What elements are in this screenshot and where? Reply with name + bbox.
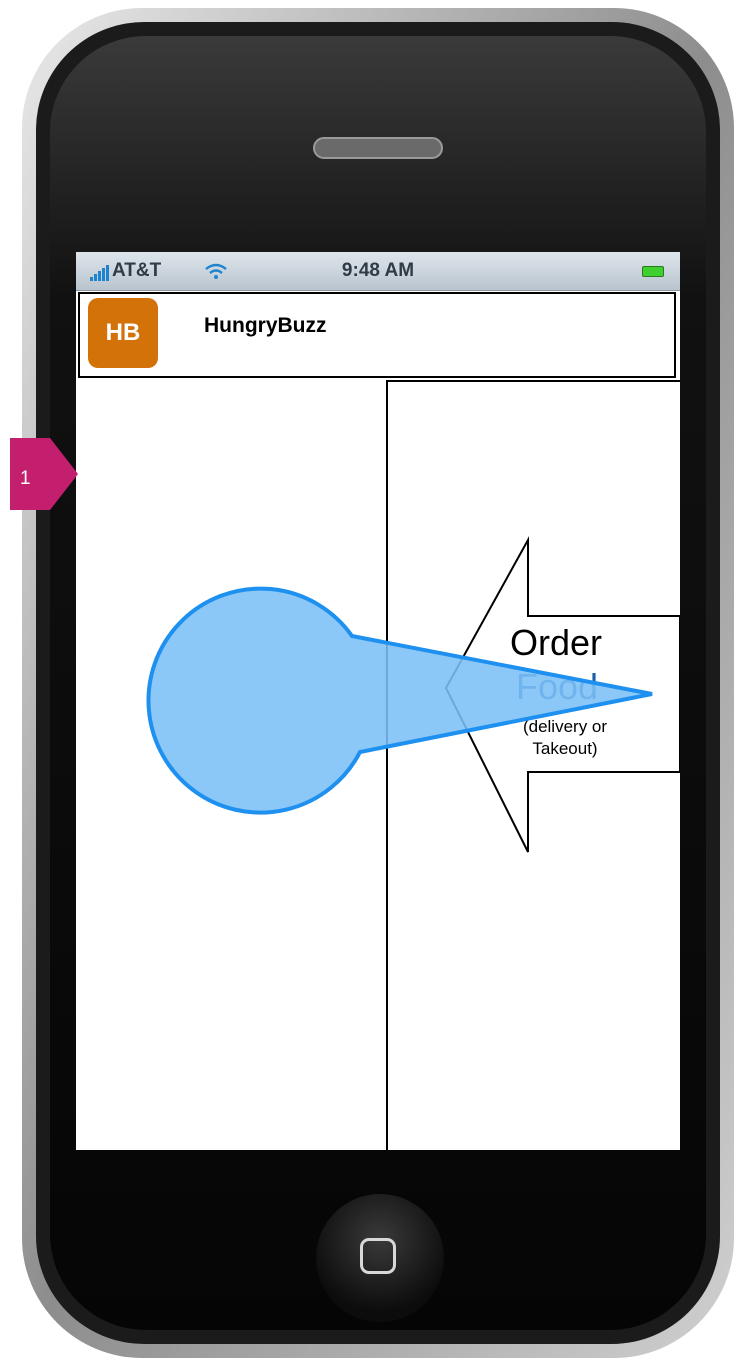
order-label: Order (510, 622, 603, 663)
phone-screen: AT&T 9:48 AM HB HungryBuzz Order Food (d… (76, 252, 680, 1150)
delivery-note: (delivery or (522, 717, 608, 736)
delivery-takeout-label: (delivery or Takeout) (490, 716, 640, 760)
food-label: Food (516, 666, 599, 707)
home-square-icon (360, 1238, 396, 1274)
takeout-note: Takeout) (532, 739, 598, 758)
annotation-number: 1 (20, 468, 31, 489)
home-button-icon[interactable] (316, 1194, 444, 1322)
